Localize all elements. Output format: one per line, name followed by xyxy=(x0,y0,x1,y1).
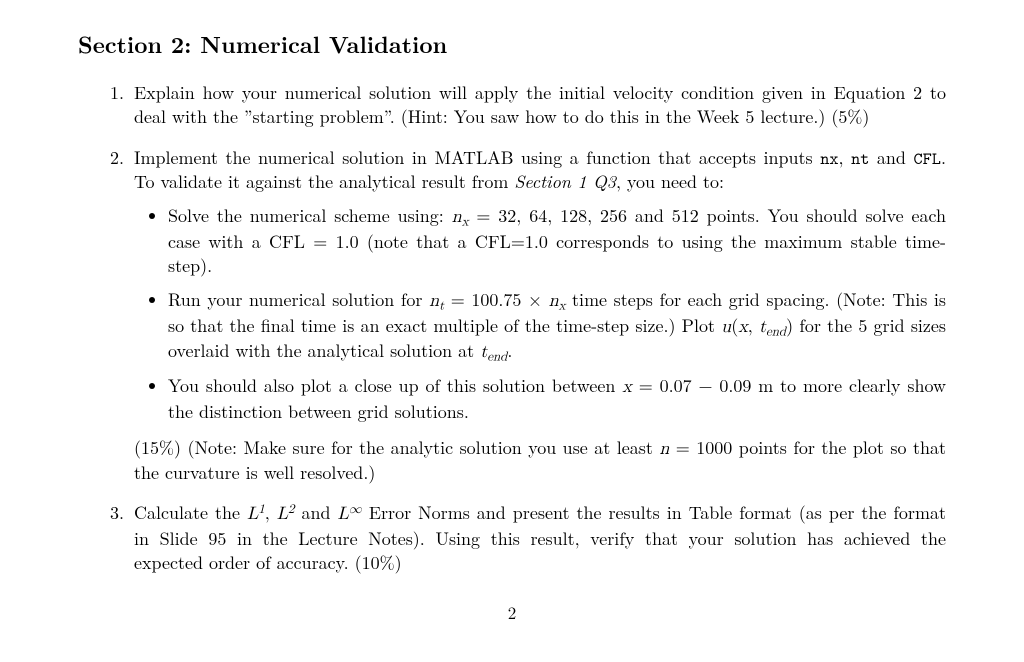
q2b2-x: x xyxy=(738,318,748,336)
q2b2-b: = 100.75 × xyxy=(444,287,548,312)
q2b2-comma: , xyxy=(748,313,759,338)
q2b2-nx: n xyxy=(549,292,559,310)
q2b2-t: t xyxy=(759,318,766,336)
q3-b: , xyxy=(265,500,277,525)
q1-text: Explain how your numerical solution will… xyxy=(134,80,946,129)
q2b2-tsub: end xyxy=(766,325,786,338)
q2t-n: n xyxy=(659,440,669,458)
q2b1-nx: n xyxy=(452,208,462,226)
question-1: Explain how your numerical solution will… xyxy=(130,81,946,130)
q2t-a: (15%) (Note: Make sure for the analytic … xyxy=(134,435,659,460)
page-number: 2 xyxy=(78,601,946,624)
q2-bullets: Solve the numerical scheme using: nx = 3… xyxy=(134,204,946,423)
q2-intro-e: , you need to: xyxy=(616,169,724,194)
q2-intro: Implement the numerical solution in MATL… xyxy=(134,145,946,195)
question-3: Calculate the L1, L2 and L∞ Error Norms … xyxy=(130,501,946,575)
q2b3-x: x xyxy=(622,378,632,396)
question-list: Explain how your numerical solution will… xyxy=(78,81,946,575)
q2b2-t2sub: end xyxy=(487,351,507,364)
q2b1-nxsub: x xyxy=(462,216,469,229)
q2-bullet-1: Solve the numerical scheme using: nx = 3… xyxy=(168,204,946,278)
question-2: Implement the numerical solution in MATL… xyxy=(130,146,946,486)
q2-trailer: (15%) (Note: Make sure for the analytic … xyxy=(134,436,946,486)
q2b1-a: Solve the numerical scheme using: xyxy=(168,203,452,228)
q2-intro-cfl: CFL xyxy=(914,146,941,170)
q3-L2: L xyxy=(277,505,288,523)
q2-intro-nt: nt xyxy=(851,146,869,170)
q2-bullet-2: Run your numerical solution for n t = 100… xyxy=(168,288,946,364)
q3-c: and xyxy=(294,500,337,525)
q3-L1: L xyxy=(247,505,258,523)
q2-bullet-3: You should also plot a close up of this … xyxy=(168,374,946,424)
q2-intro-sec: Section 1 Q3 xyxy=(514,169,616,194)
q2b2-a: Run your numerical solution for xyxy=(168,287,429,312)
q2b2-u: u xyxy=(721,318,731,336)
q2b2-e: . xyxy=(507,338,512,363)
q2b2-nt: n xyxy=(429,292,439,310)
q3-a: Calculate the xyxy=(134,500,247,525)
q3-supinf: ∞ xyxy=(349,504,362,517)
q2-intro-c: and xyxy=(869,145,913,170)
q2-intro-b: , xyxy=(839,145,852,170)
section-title: Section 2: Numerical Validation xyxy=(78,28,946,59)
q2-intro-nx: nx xyxy=(820,146,838,170)
page: Section 2: Numerical Validation Explain … xyxy=(0,0,1024,624)
q2b3-a: You should also plot a close up of this … xyxy=(168,373,622,398)
q2-intro-a: Implement the numerical solution in MATL… xyxy=(134,145,820,170)
q3-Linf: L xyxy=(338,505,349,523)
